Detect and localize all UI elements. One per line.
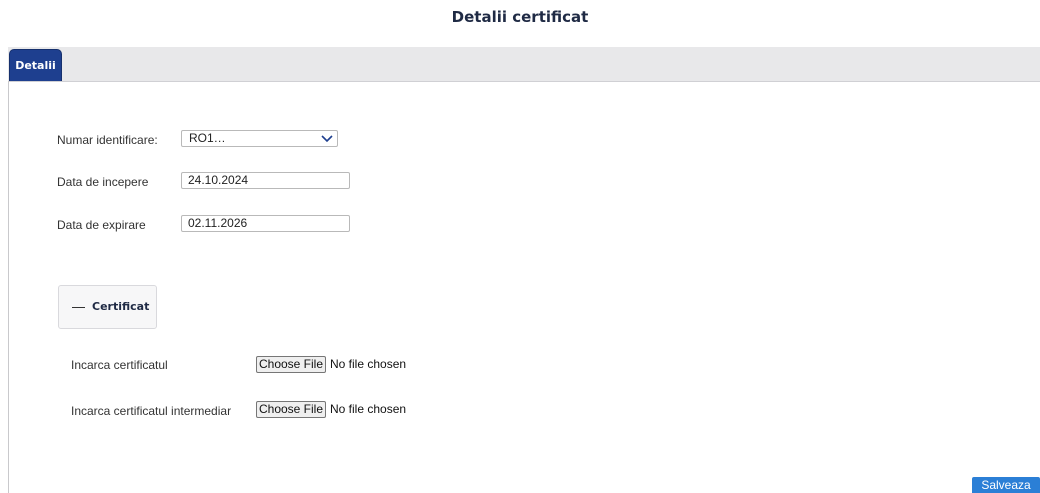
choose-file-button[interactable]: Choose File <box>256 356 326 373</box>
minus-icon <box>72 307 85 308</box>
choose-file-button[interactable]: Choose File <box>256 401 326 418</box>
expiry-date-label: Data de expirare <box>57 218 146 232</box>
expiry-date-input[interactable]: 02.11.2026 <box>181 215 350 232</box>
save-button[interactable]: Salveaza <box>972 477 1040 493</box>
tab-detalii[interactable]: Detalii <box>9 49 62 81</box>
id-label: Numar identificare: <box>57 133 158 147</box>
chevron-down-icon <box>321 135 333 143</box>
tab-bar: Detalii <box>8 47 1040 82</box>
content-border <box>8 81 9 493</box>
id-select[interactable]: RO1… <box>181 130 338 147</box>
start-date-label: Data de incepere <box>57 175 149 189</box>
upload-cert-label: Incarca certificatul <box>71 358 168 372</box>
id-select-value: RO1… <box>189 131 226 145</box>
upload-intermediate-label: Incarca certificatul intermediar <box>71 404 232 418</box>
start-date-input[interactable]: 24.10.2024 <box>181 172 350 189</box>
file-status: No file chosen <box>330 357 407 371</box>
certificat-section-toggle[interactable]: Certificat <box>58 285 157 329</box>
file-status: No file chosen <box>330 402 407 416</box>
page-title: Detalii certificat <box>451 8 589 26</box>
certificat-legend: Certificat <box>92 300 150 313</box>
